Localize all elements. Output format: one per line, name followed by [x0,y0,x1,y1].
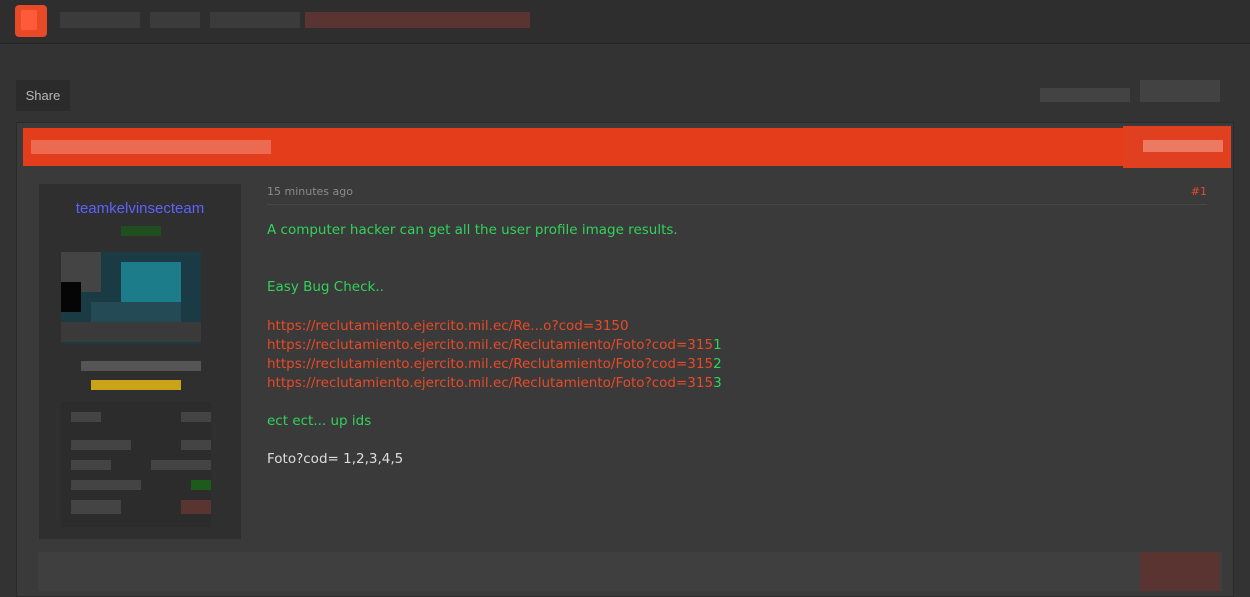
avatar-pixel [61,322,201,342]
avatar-pixel [61,282,81,312]
thread-title-bar [23,126,1231,168]
user-reputation-bar [91,380,181,390]
url-suffix: 2 [713,356,722,372]
censored-thread-title [31,140,271,154]
censored-stat-row [181,412,211,422]
post-timestamp: 15 minutes ago [267,185,353,198]
censored-stat-badge [191,480,211,490]
censored-stat-row [71,440,131,450]
censored-stat-row [71,500,121,514]
post-url-link[interactable]: https://reclutamiento.ejercito.mil.ec/Re… [267,356,722,372]
censored-header-text [210,12,300,28]
censored-stat-row [71,460,111,470]
user-avatar [61,252,201,344]
censored-user-label [81,361,201,371]
url-prefix: https://reclutamiento.ejercito.mil.ec/Re… [267,356,714,372]
post-content: 15 minutes ago #1 A computer hacker can … [267,185,1207,545]
post-number-link[interactable]: #1 [1191,185,1207,198]
username-link[interactable]: teamkelvinsecteam [39,200,241,217]
censored-stat-row [71,480,141,490]
censored-button[interactable] [1140,552,1220,591]
url-suffix: 3 [713,375,722,391]
post-url-link[interactable]: https://reclutamiento.ejercito.mil.ec/Re… [267,337,722,353]
post-text-line: A computer hacker can get all the user p… [267,222,678,238]
top-navigation-bar [0,0,1250,44]
post: teamkelvinsecteam 15 minutes ago #1 A co… [37,175,1231,545]
post-text-line: Easy Bug Check.. [267,279,384,295]
censored-link[interactable] [1040,88,1130,102]
censored-stat-badge [181,500,211,514]
url-prefix: https://reclutamiento.ejercito.mil.ec/Re… [267,337,714,353]
censored-link[interactable] [1140,80,1220,102]
censored-header-text [150,12,200,28]
next-post-placeholder [38,552,1222,591]
logo-mark [21,10,37,30]
post-url-link[interactable]: https://reclutamiento.ejercito.mil.ec/Re… [267,375,722,391]
censored-header-text [60,12,140,28]
site-logo[interactable] [15,5,47,37]
censored-action-text [1143,140,1223,152]
post-text-line: Foto?cod= 1,2,3,4,5 [267,451,404,467]
post-text-line: ect ect... up ids [267,413,372,429]
thread-header-actions[interactable] [1123,126,1231,168]
censored-stat-row [71,412,101,422]
post-meta: 15 minutes ago #1 [267,185,1207,205]
censored-header-text [305,12,530,28]
user-stats [61,402,211,527]
user-info-panel: teamkelvinsecteam [39,184,241,539]
url-prefix: https://reclutamiento.ejercito.mil.ec/Re… [267,375,714,391]
censored-user-rank [121,226,161,236]
sub-header-bar [0,44,1250,80]
post-url-link[interactable]: https://reclutamiento.ejercito.mil.ec/Re… [267,318,629,334]
censored-stat-row [151,460,211,470]
share-button[interactable]: Share [16,80,70,111]
censored-stat-row [181,440,211,450]
thread-container: teamkelvinsecteam 15 minutes ago #1 A co… [16,122,1234,597]
url-suffix: 1 [713,337,722,353]
